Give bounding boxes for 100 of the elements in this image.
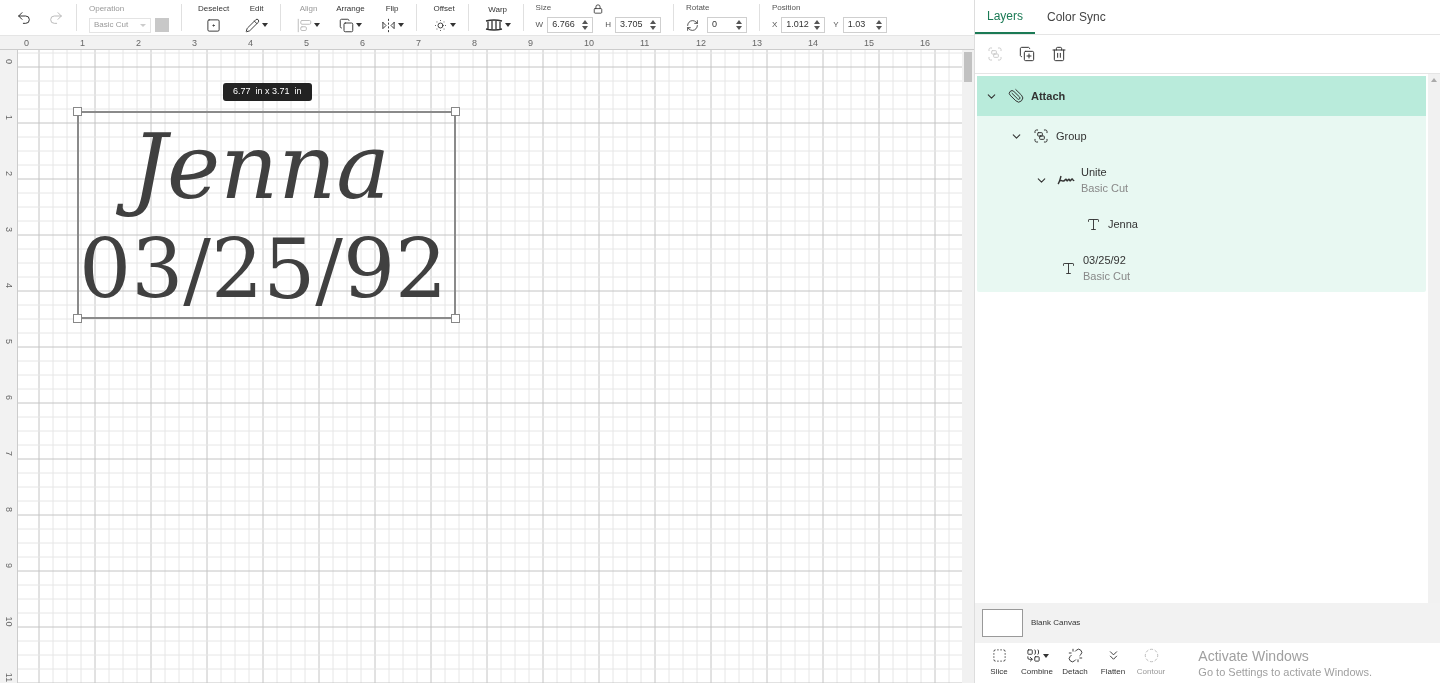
- ruler-number: 8: [4, 507, 13, 512]
- stepper-icon[interactable]: [875, 20, 882, 30]
- color-swatch[interactable]: [155, 18, 169, 32]
- layer-subtitle: Basic Cut: [1081, 181, 1129, 196]
- bottom-action-button[interactable]: Slice: [983, 648, 1015, 678]
- scrollbar-thumb[interactable]: [964, 52, 972, 82]
- x-label: X: [771, 19, 778, 31]
- text-icon: [1060, 260, 1076, 276]
- width-label: W: [535, 19, 544, 31]
- undo-icon[interactable]: [16, 9, 32, 26]
- ruler-number: 14: [808, 37, 819, 49]
- ruler-number: 1: [80, 37, 86, 49]
- position-label: Position: [771, 2, 802, 14]
- caret-icon: [449, 23, 456, 27]
- resize-handle[interactable]: [451, 314, 460, 323]
- number-field[interactable]: 6.766: [547, 17, 594, 33]
- ruler-number: 11: [4, 672, 13, 683]
- toolbar-tool-button[interactable]: Deselect: [194, 2, 234, 33]
- ruler-number: 16: [920, 37, 931, 49]
- contour-icon: [1143, 648, 1159, 663]
- text-icon: [1085, 216, 1101, 232]
- scrollbar[interactable]: [1428, 74, 1440, 603]
- flip-icon: [380, 17, 396, 33]
- layer-name: Attach: [1031, 88, 1066, 104]
- toolbar-tool-button[interactable]: Flip: [376, 2, 408, 33]
- operation-label: Operation: [89, 2, 126, 15]
- panel-tab[interactable]: Layers: [975, 0, 1036, 34]
- ruler-number: 11: [640, 37, 651, 49]
- pencil-icon: [245, 17, 261, 33]
- layer-row[interactable]: 03/25/92 Basic Cut: [977, 244, 1426, 292]
- bottom-action-button[interactable]: Detach: [1059, 648, 1091, 678]
- ruler-number: 9: [4, 563, 13, 568]
- ruler-number: 7: [416, 37, 422, 49]
- number-field[interactable]: 1.03: [842, 17, 887, 33]
- ruler-number: 6: [360, 37, 366, 49]
- ruler-number: 2: [4, 171, 13, 176]
- caret-icon: [397, 23, 404, 27]
- stepper-icon[interactable]: [814, 20, 821, 30]
- canvas-swatch[interactable]: [982, 609, 1023, 637]
- ruler-number: 10: [4, 616, 13, 627]
- number-field[interactable]: 3.705: [614, 17, 661, 33]
- design-text[interactable]: 03/25/92: [79, 222, 448, 317]
- layer-row[interactable]: Group: [977, 116, 1426, 156]
- resize-handle[interactable]: [73, 107, 82, 116]
- ruler-number: 10: [584, 37, 595, 49]
- layer-subtitle: Basic Cut: [1083, 269, 1131, 284]
- ruler-number: 3: [4, 227, 13, 232]
- layer-name: 03/25/92: [1083, 252, 1127, 268]
- ruler-number: 15: [864, 37, 875, 49]
- activation-title: Activate Windows: [1198, 648, 1310, 666]
- toolbar-tool-button[interactable]: Warp: [480, 4, 515, 31]
- combine-icon: [1025, 648, 1041, 663]
- rotate-label: Rotate: [685, 2, 711, 14]
- ruler-number: 0: [4, 59, 13, 64]
- stepper-icon[interactable]: [582, 20, 589, 30]
- layer-name: Group: [1056, 128, 1087, 144]
- lock-icon[interactable]: [593, 4, 604, 14]
- duplicate-icon[interactable]: [1019, 46, 1035, 62]
- layer-row[interactable]: Unite Basic Cut: [977, 156, 1426, 204]
- stepper-icon[interactable]: [735, 20, 742, 30]
- ruler-number: 5: [304, 37, 310, 49]
- group-icon: [1033, 128, 1049, 144]
- toolbar-tool-button[interactable]: Arrange: [332, 2, 369, 33]
- layer-row[interactable]: Attach: [977, 76, 1426, 116]
- layer-row[interactable]: Jenna: [977, 204, 1426, 244]
- rotate-icon: [685, 18, 699, 32]
- stepper-icon[interactable]: [649, 20, 656, 30]
- design-text[interactable]: Jenna: [115, 113, 406, 221]
- swatch-label: Blank Canvas: [1031, 617, 1081, 629]
- resize-handle[interactable]: [451, 107, 460, 116]
- ruler-number: 7: [4, 451, 13, 456]
- panel-tab[interactable]: Color Sync: [1035, 0, 1118, 34]
- paperclip-icon: [1008, 88, 1024, 104]
- delete-icon[interactable]: [1051, 46, 1067, 62]
- toolbar-tool-button[interactable]: Edit: [241, 2, 273, 33]
- script-thumbnail-icon: [1057, 175, 1075, 185]
- caret-icon: [1042, 653, 1049, 658]
- caret-icon: [262, 23, 269, 27]
- ruler-number: 5: [4, 339, 13, 344]
- ruler-number: 13: [752, 37, 763, 49]
- ruler-number: 4: [4, 283, 13, 288]
- number-field[interactable]: 1.012: [781, 17, 826, 33]
- toolbar-tool-button[interactable]: Offset: [428, 2, 460, 33]
- ruler-number: 9: [528, 37, 534, 49]
- warp-icon: [484, 19, 503, 31]
- number-field[interactable]: 0: [706, 17, 747, 33]
- ruler-number: 3: [192, 37, 198, 49]
- resize-handle[interactable]: [73, 314, 82, 323]
- caret-icon: [355, 23, 362, 27]
- size-label: Size: [535, 2, 552, 14]
- height-label: H: [605, 19, 611, 31]
- dashed-selection-icon: [206, 17, 222, 33]
- y-label: Y: [833, 19, 839, 31]
- bottom-action-button[interactable]: Combine: [1021, 648, 1053, 678]
- ruler-number: 4: [248, 37, 254, 49]
- layer-name: Jenna: [1108, 216, 1138, 232]
- bottom-action-button[interactable]: Flatten: [1097, 648, 1129, 678]
- stacked-squares-icon: [338, 17, 354, 33]
- offset-icon: [432, 17, 448, 33]
- scrollbar[interactable]: [962, 50, 974, 683]
